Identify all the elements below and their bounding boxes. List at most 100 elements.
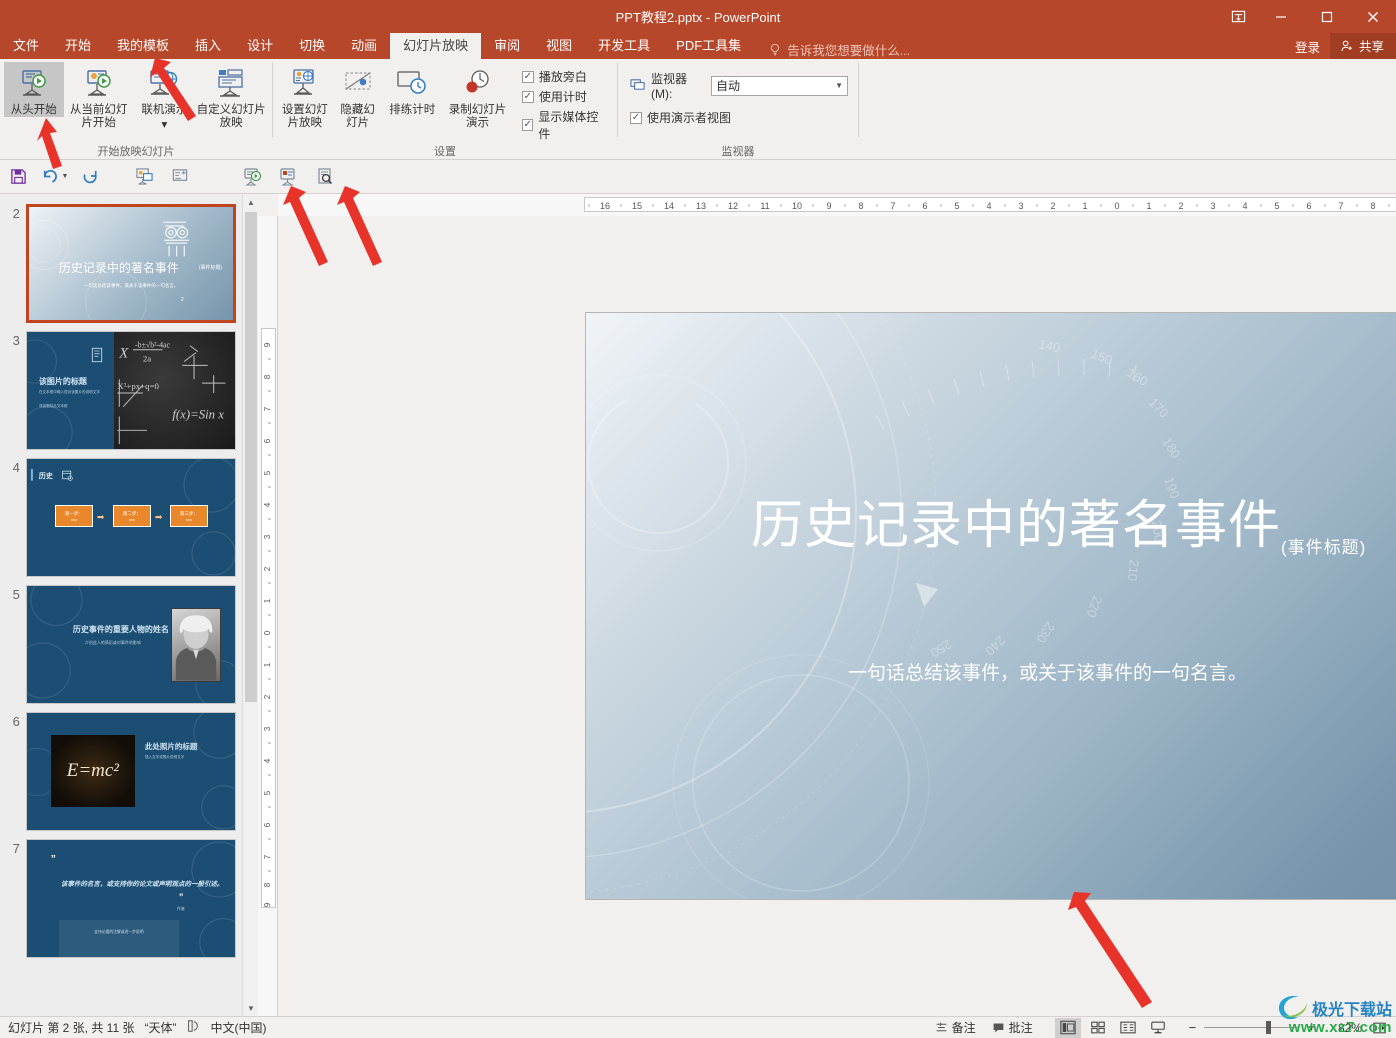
slide-thumbnail-pane: 2 历史记录中的著名事件 (事件标题) 一句话总结该事件，或关于该事件的一句名言… <box>0 194 258 1016</box>
zoom-knob[interactable] <box>1266 1021 1272 1034</box>
svg-text:5: 5 <box>263 470 272 475</box>
present-online-button[interactable]: 联机演示 ▾ <box>135 62 195 132</box>
close-button[interactable] <box>1350 0 1396 33</box>
slide-count-label[interactable]: 幻灯片 第 2 张, 共 11 张 <box>8 1019 134 1036</box>
theme-label[interactable]: “天体” <box>144 1019 176 1036</box>
checkbox-play-narrations[interactable]: ✓ 播放旁白 <box>521 68 607 85</box>
zoom-slider[interactable] <box>1204 1018 1300 1038</box>
scroll-down-icon[interactable]: ▼ <box>243 1000 258 1016</box>
thumbnail-number: 4 <box>12 460 20 475</box>
play-qat-button[interactable] <box>235 163 271 191</box>
svg-text:3: 3 <box>263 534 272 539</box>
tab-my-templates[interactable]: 我的模板 <box>104 33 182 59</box>
present-online-dropdown-icon[interactable]: ▾ <box>162 119 168 132</box>
svg-text:7: 7 <box>890 201 895 211</box>
svg-text:4: 4 <box>986 201 991 211</box>
start-from-current-button[interactable]: 从当前幻灯片开始 <box>64 62 134 130</box>
zoom-level-label[interactable]: 82% <box>1324 1021 1362 1035</box>
tab-review[interactable]: 审阅 <box>481 33 533 59</box>
slideshow-options: ✓ 播放旁白 ✓ 使用计时 ✓ 显示媒体控件 <box>514 62 613 142</box>
undo-dropdown-icon[interactable]: ▼ <box>62 173 69 180</box>
tab-view[interactable]: 视图 <box>533 33 585 59</box>
print-preview-qat-button[interactable] <box>307 163 343 191</box>
hide-slide-button[interactable]: 隐藏幻灯片 <box>333 62 383 130</box>
thumb-step-3: 第三步： xxx <box>169 505 208 527</box>
ribbon-display-options-icon[interactable] <box>1218 0 1258 33</box>
tell-me-search[interactable]: 告诉我您想要做什么... <box>768 40 910 59</box>
thumbnail-slide-3[interactable]: 3 X -b±√b²-4ac 2a X²+px+q=0 f(x)=Sin x 该… <box>0 327 242 454</box>
tab-animations[interactable]: 动画 <box>338 33 390 59</box>
svg-text:3: 3 <box>1210 201 1215 211</box>
checkbox-presenter-view[interactable]: ✓ 使用演示者视图 <box>630 109 848 126</box>
notes-button[interactable]: 备注 <box>929 1018 982 1037</box>
tab-developer[interactable]: 开发工具 <box>585 33 663 59</box>
svg-text:3: 3 <box>263 726 272 731</box>
checkbox-show-media-controls[interactable]: ✓ 显示媒体控件 <box>521 108 607 142</box>
tab-file[interactable]: 文件 <box>0 33 52 59</box>
minimize-button[interactable] <box>1258 0 1304 33</box>
custom-slideshow-label: 自定义幻灯片放映 <box>196 104 266 129</box>
thumbnail-slide-7[interactable]: 7 ” 该事件的名言，或支持你的论文或声明观点的一般引述。 ” 作者 支持论据的… <box>0 835 242 962</box>
vertical-ruler[interactable]: 9 8 7 6 5 4 3 2 1 0 1 2 3 4 5 6 7 8 9 <box>258 216 278 1016</box>
tab-home[interactable]: 开始 <box>52 33 104 59</box>
scrollbar-thumb[interactable] <box>245 212 257 702</box>
comments-button[interactable]: 批注 <box>986 1018 1039 1037</box>
current-slide[interactable]: 140 150 160 170 180 190 200 210 220 230 … <box>586 313 1396 899</box>
reading-view-button[interactable] <box>1115 1018 1141 1038</box>
scroll-up-icon[interactable]: ▲ <box>243 194 258 210</box>
status-right: 备注 批注 − + 82% <box>929 1017 1396 1038</box>
slide-sorter-icon <box>1090 1021 1105 1034</box>
thumbnail-author: 作者 <box>176 906 185 911</box>
slideshow-icon <box>1150 1021 1165 1034</box>
tab-pdf-tools[interactable]: PDF工具集 <box>663 33 754 59</box>
fit-to-window-button[interactable] <box>1366 1018 1392 1038</box>
thumbnail-slide-5[interactable]: 5 历史事件的重要人物的姓名 介绍此人的简历或对事件的影响 <box>0 581 242 708</box>
slideshow-button[interactable] <box>1145 1018 1171 1038</box>
tab-design[interactable]: 设计 <box>234 33 286 59</box>
normal-view-button[interactable] <box>1054 1017 1081 1038</box>
ribbon-group-start-slideshow: 从头开始 从当前幻灯片开始 联机演示 ▾ 自定义幻灯片放映 开始放映幻灯片 <box>0 59 272 159</box>
undo-button[interactable]: ▼ <box>36 163 72 191</box>
slide-sorter-button[interactable] <box>1085 1018 1111 1038</box>
horizontal-ruler-ticks: 16 15 14 13 12 11 10 9 8 765 432 101 234 567 8… <box>588 201 1390 211</box>
tab-slide-show[interactable]: 幻灯片放映 <box>390 33 482 59</box>
svg-text:5: 5 <box>1274 201 1279 211</box>
checkbox-use-timings[interactable]: ✓ 使用计时 <box>521 88 607 105</box>
horizontal-ruler[interactable]: 16 15 14 13 12 11 10 9 8 765 432 101 234 567 8… <box>278 194 1396 216</box>
maximize-button[interactable] <box>1304 0 1350 33</box>
thumbnail-number: 2 <box>12 206 20 221</box>
thumbnail-list[interactable]: 2 历史记录中的著名事件 (事件标题) 一句话总结该事件，或关于该事件的一句名言… <box>0 194 242 1016</box>
record-slideshow-button[interactable]: 录制幻灯片演示 <box>442 62 513 130</box>
tab-transitions[interactable]: 切换 <box>286 33 338 59</box>
new-slide-qat-button[interactable] <box>162 163 198 191</box>
zoom-out-button[interactable]: − <box>1185 1020 1201 1035</box>
svg-text:240: 240 <box>982 633 1008 659</box>
thumbnail-scrollbar[interactable]: ▲ ▼ <box>242 194 258 1016</box>
tab-insert[interactable]: 插入 <box>182 33 234 59</box>
save-button[interactable] <box>0 163 36 191</box>
start-from-beginning-button[interactable]: 从头开始 <box>4 62 64 117</box>
zoom-in-button[interactable]: + <box>1303 1019 1320 1036</box>
from-beginning-qat-button[interactable] <box>126 163 162 191</box>
checkmark-icon: ✓ <box>521 70 534 83</box>
accessibility-icon[interactable] <box>186 1019 200 1036</box>
language-label[interactable]: 中文(中国) <box>210 1019 266 1036</box>
slide-title[interactable]: 历史记录中的著名事件(事件标题) <box>751 483 1366 558</box>
slide-canvas-area: 140 150 160 170 180 190 200 210 220 230 … <box>280 218 1396 1016</box>
share-button[interactable]: 共享 <box>1329 33 1396 59</box>
window-title: PPT教程2.pptx - PowerPoint <box>615 10 781 25</box>
thumbnail-slide-2[interactable]: 2 历史记录中的著名事件 (事件标题) 一句话总结该事件，或关于该事件的一句名言… <box>0 200 242 327</box>
thumbnail-slide-4[interactable]: 4 历史 第一步： xxx ➡ 第二步： xxx ➡ 第三步： xxx <box>0 454 242 581</box>
present-qat-button[interactable] <box>271 163 307 191</box>
thumbnail-slide-6[interactable]: 6 E=mc² 此处照片的标题 插入文字或照片说明文字 <box>0 708 242 835</box>
svg-text:6: 6 <box>263 438 272 443</box>
rehearse-timings-button[interactable]: 排练计时 <box>383 62 442 117</box>
slide-subtitle[interactable]: 一句话总结该事件，或关于该事件的一句名言。 <box>848 658 1247 685</box>
monitor-select[interactable]: 自动 ▼ <box>710 75 848 96</box>
setup-slideshow-button[interactable]: 设置幻灯片放映 <box>277 62 333 130</box>
start-from-beginning-label: 从头开始 <box>10 104 57 116</box>
redo-button[interactable] <box>72 163 108 191</box>
sign-in-link[interactable]: 登录 <box>1285 37 1330 56</box>
custom-slideshow-button[interactable]: 自定义幻灯片放映 <box>194 62 268 130</box>
thumbnail-preview: X -b±√b²-4ac 2a X²+px+q=0 f(x)=Sin x 该图片… <box>25 331 236 450</box>
